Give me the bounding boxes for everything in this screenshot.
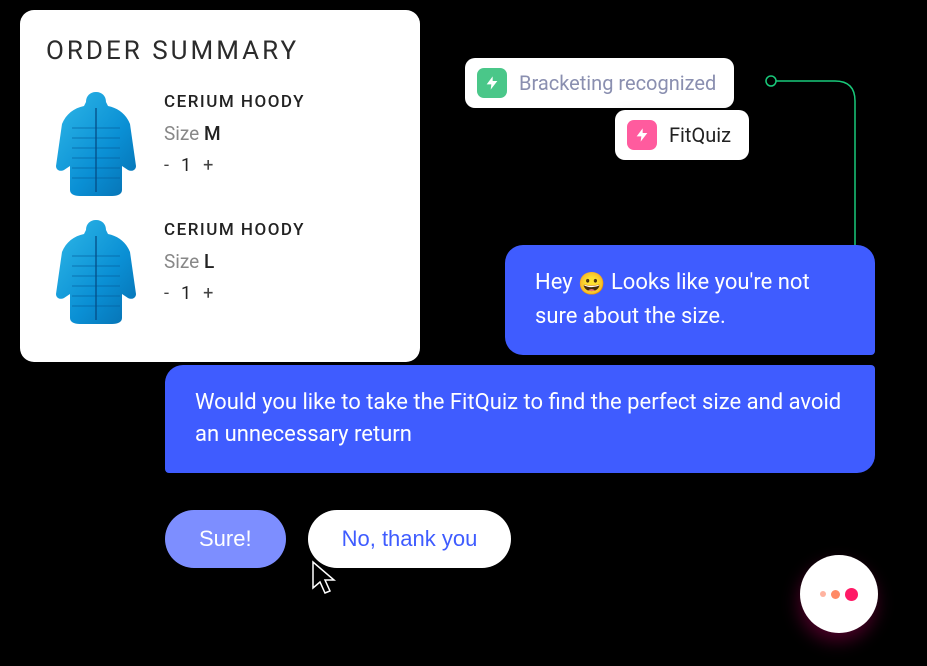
- smile-emoji-icon: 😀: [578, 272, 605, 297]
- product-name: CERIUM HOODY: [164, 92, 394, 112]
- tag-label: Bracketing recognized: [519, 71, 716, 95]
- qty-value: 1: [181, 283, 191, 304]
- order-item: CERIUM HOODY Size M - 1 +: [46, 88, 394, 198]
- quantity-stepper: - 1 +: [164, 155, 394, 176]
- dot-icon: [845, 588, 858, 601]
- qty-decrease-button[interactable]: -: [164, 283, 169, 304]
- product-name: CERIUM HOODY: [164, 220, 394, 240]
- chat-fab-button[interactable]: [800, 555, 878, 633]
- qty-decrease-button[interactable]: -: [164, 155, 169, 176]
- chat-message: Would you like to take the FitQuiz to fi…: [165, 365, 875, 473]
- reply-buttons: Sure! No, thank you: [165, 510, 511, 568]
- qty-increase-button[interactable]: +: [203, 155, 213, 176]
- chat-message: Hey 😀 Looks like you're not sure about t…: [505, 245, 875, 355]
- order-item: CERIUM HOODY Size L - 1 +: [46, 216, 394, 326]
- product-size: Size L: [164, 250, 394, 273]
- order-summary-title: ORDER SUMMARY: [46, 36, 394, 66]
- tag-label: FitQuiz: [669, 123, 731, 147]
- sure-button[interactable]: Sure!: [165, 510, 286, 568]
- product-size: Size M: [164, 122, 394, 145]
- order-summary-card: ORDER SUMMARY: [20, 10, 420, 362]
- dot-icon: [831, 590, 840, 599]
- qty-increase-button[interactable]: +: [203, 283, 213, 304]
- bracketing-recognized-tag: Bracketing recognized: [465, 58, 734, 108]
- dot-icon: [820, 591, 826, 597]
- bolt-icon: [477, 68, 507, 98]
- quantity-stepper: - 1 +: [164, 283, 394, 304]
- no-thank-you-button[interactable]: No, thank you: [308, 510, 512, 568]
- fitquiz-tag: FitQuiz: [615, 110, 749, 160]
- product-image: [46, 216, 146, 326]
- bolt-icon: [627, 120, 657, 150]
- qty-value: 1: [181, 155, 191, 176]
- product-image: [46, 88, 146, 198]
- connector-line: [765, 75, 865, 245]
